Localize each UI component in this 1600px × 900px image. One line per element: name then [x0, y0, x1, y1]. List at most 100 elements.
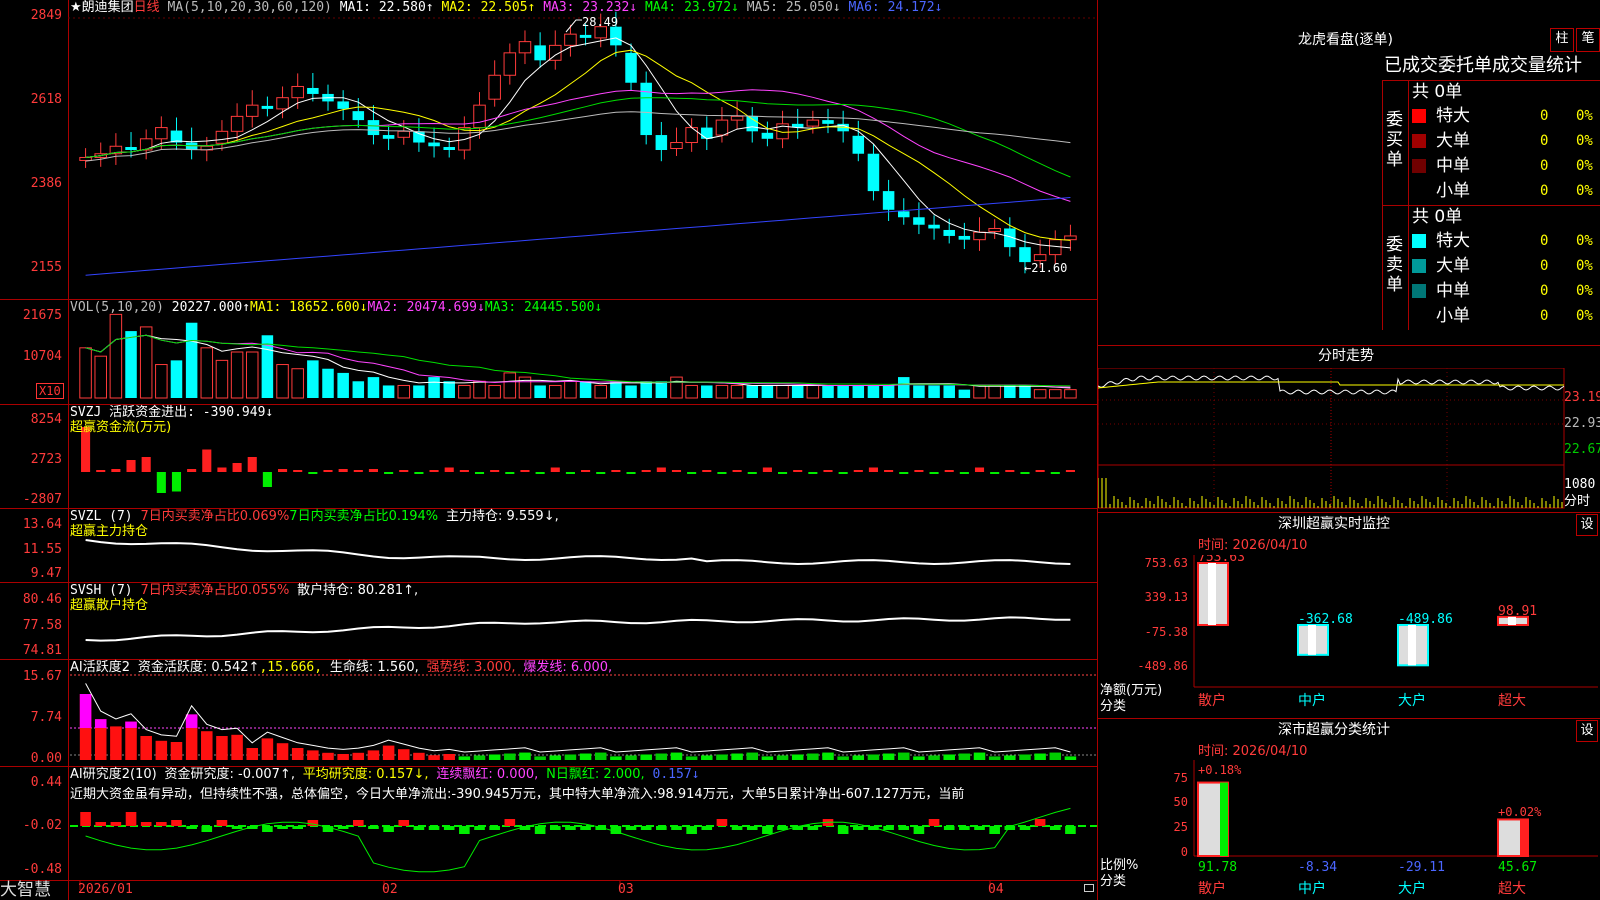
candle-up: [215, 130, 229, 144]
research-bar: [262, 826, 273, 832]
class-value-label: -8.34: [1298, 860, 1337, 875]
fenshi-unit-label: 分时: [1564, 494, 1591, 509]
candle-up: [458, 127, 471, 151]
research-bar: [383, 826, 394, 832]
volume-bar: [443, 381, 455, 398]
research-bar: [156, 822, 167, 826]
order-percent: 0%: [1576, 258, 1593, 274]
research-bar: [549, 826, 561, 830]
activity-bar: [291, 748, 304, 760]
kline-chart[interactable]: [0, 0, 1098, 900]
candle-down: [655, 135, 668, 150]
volume-bar: [230, 351, 244, 399]
vol-unit-badge[interactable]: X10: [36, 383, 64, 399]
activity-burst-bar: [125, 721, 137, 728]
column-view-button[interactable]: 柱: [1550, 28, 1574, 52]
activity-bar: [928, 755, 940, 760]
order-count: 0: [1540, 258, 1549, 274]
fund-flow-bar: [520, 470, 530, 472]
svsh-title: 超赢散户持仓: [70, 598, 149, 613]
period-label: 日线: [133, 0, 160, 15]
research-bar: [277, 826, 288, 829]
candle-down: [534, 45, 546, 61]
fenshi-axis-label: 23.19: [1564, 390, 1600, 405]
order-stat-row: 大单 0 0%: [1410, 129, 1600, 153]
fund-flow-bar: [687, 472, 697, 474]
volume-bar: [549, 384, 562, 399]
candle-up: [245, 104, 259, 117]
svzl-label: SVZL (7): [70, 509, 133, 524]
activity-bar: [1019, 754, 1031, 760]
activity-bar: [701, 755, 713, 760]
research-bar: [656, 826, 667, 830]
volume-bar: [322, 368, 334, 398]
research-bar: [1065, 826, 1076, 834]
research-bar: [398, 820, 410, 826]
tick-view-button[interactable]: 笔: [1576, 28, 1600, 52]
fund-flow-bar: [808, 472, 818, 474]
volume-bar: [579, 381, 592, 398]
candle-up: [1064, 235, 1077, 241]
research-bar: [943, 826, 955, 830]
activity-bar: [882, 753, 895, 760]
svsh-axis-label: 80.46: [22, 592, 62, 607]
research-bar: [534, 826, 546, 834]
fund-flow-bar: [596, 472, 606, 474]
intraday-chart[interactable]: [1098, 368, 1600, 510]
left-chart-area[interactable]: ★朗迪集团日线 MA(5,10,20,30,60,120) MA1: 22.58…: [0, 0, 1098, 900]
candle-down: [625, 52, 637, 83]
research-bar: [701, 826, 713, 830]
volume-bar: [670, 376, 683, 399]
ai2-l2: 平均研究度: 0.157↓,: [302, 767, 429, 782]
fund-flow-bar: [262, 472, 272, 487]
ma6-line: [85, 197, 1071, 276]
fund-flow-bar: [111, 469, 121, 472]
settings-button[interactable]: 设: [1576, 514, 1598, 536]
volume-bar: [610, 381, 622, 398]
divider: [1098, 718, 1600, 719]
fund-flow-bar: [944, 470, 954, 472]
volume-bar: [215, 359, 229, 399]
settings-button[interactable]: 设: [1576, 720, 1598, 742]
activity-bar: [640, 754, 652, 760]
volume-bar: [958, 389, 971, 398]
volume-bar: [730, 384, 744, 399]
volume-bar: [352, 381, 365, 398]
activity-bar: [549, 755, 562, 760]
candle-up: [685, 127, 698, 144]
volume-bar: [776, 384, 789, 399]
lock-icon[interactable]: [1084, 884, 1094, 892]
volume-bar: [503, 372, 517, 399]
fund-flow-bar: [1065, 470, 1075, 472]
candle-down: [413, 131, 425, 143]
candle-down: [928, 224, 940, 229]
candle-down: [337, 101, 349, 109]
order-count: 0: [1540, 283, 1549, 299]
low-price-mark: ←21.60: [1024, 261, 1068, 275]
fund-flow-bar: [202, 449, 212, 472]
volume-bar: [806, 384, 820, 399]
ai1-l1: 资金活跃度: 0.542↑: [137, 660, 260, 675]
research-bar: [625, 826, 637, 830]
fund-flow-bar: [974, 467, 985, 472]
net-amount-label: 98.91: [1498, 604, 1537, 619]
svzj-title: 超赢资金流(万元): [70, 420, 172, 435]
class-change-label: +0.18%: [1198, 763, 1242, 777]
order-stat-row: 小单 0 0%: [1410, 304, 1600, 328]
bar-highlight: [1308, 625, 1316, 655]
activity-bar: [276, 743, 289, 760]
activity-bar: [534, 756, 546, 760]
fund-flow-bar: [1050, 472, 1060, 474]
volume-bar: [109, 313, 123, 399]
ma2-line: [85, 49, 1071, 241]
high-mark-pointer: [565, 19, 582, 33]
volume-bar: [458, 384, 471, 399]
svzl-legend: SVZL (7) 7日内买卖净占比0.069%7日内买卖净占比0.194% 主力…: [70, 509, 559, 525]
candle-down: [261, 105, 274, 109]
order-stat-row: 特大 0 0%: [1410, 104, 1600, 128]
order-percent: 0%: [1576, 283, 1593, 299]
research-bar: [231, 826, 243, 829]
research-bar: [171, 820, 182, 826]
candle-down: [125, 147, 137, 150]
monitor-axis-label: -489.86: [1137, 659, 1188, 673]
